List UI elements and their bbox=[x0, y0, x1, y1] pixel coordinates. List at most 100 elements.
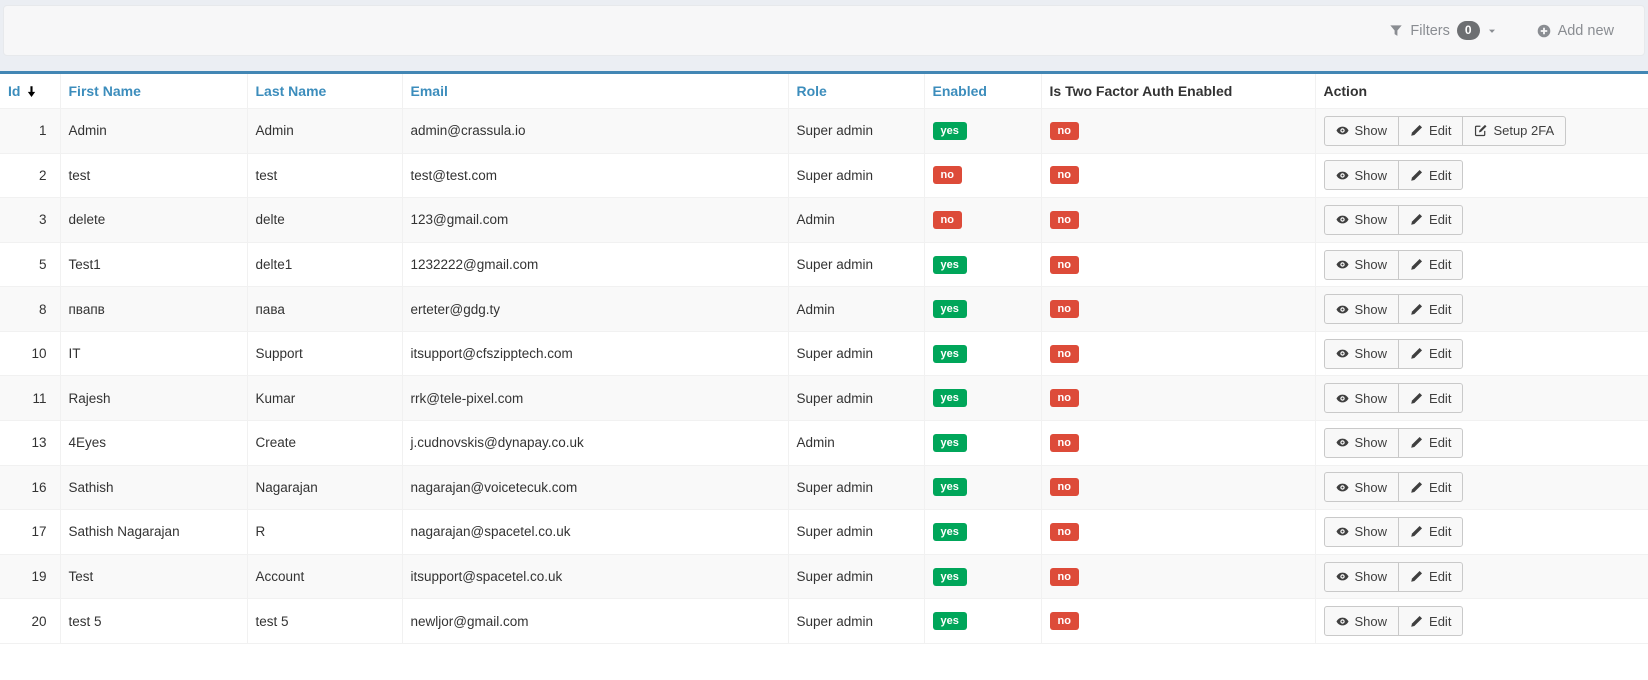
column-header-two-factor: Is Two Factor Auth Enabled bbox=[1041, 73, 1315, 109]
action-button-group: Show Edit Setup 2FA bbox=[1324, 116, 1567, 146]
show-button[interactable]: Show bbox=[1324, 606, 1400, 636]
show-button[interactable]: Show bbox=[1324, 472, 1400, 502]
plus-circle-icon bbox=[1537, 24, 1551, 38]
cell-enabled: yes bbox=[924, 109, 1041, 154]
edit-button[interactable]: Edit bbox=[1398, 383, 1463, 413]
table-row: 19 Test Account itsupport@spacetel.co.uk… bbox=[0, 554, 1648, 599]
cell-enabled: yes bbox=[924, 421, 1041, 466]
show-button[interactable]: Show bbox=[1324, 294, 1400, 324]
cell-enabled: yes bbox=[924, 599, 1041, 644]
cell-last-name: Account bbox=[247, 554, 402, 599]
cell-email: newljor@gmail.com bbox=[402, 599, 788, 644]
edit-button[interactable]: Edit bbox=[1398, 606, 1463, 636]
cell-first-name: test bbox=[60, 153, 247, 198]
action-button-group: Show Edit bbox=[1324, 339, 1464, 369]
edit-button[interactable]: Edit bbox=[1398, 250, 1463, 280]
twofa-badge: no bbox=[1050, 256, 1079, 274]
filters-dropdown-toggle[interactable]: Filters 0 bbox=[1389, 21, 1496, 40]
edit-button[interactable]: Edit bbox=[1398, 116, 1463, 146]
setup-2fa-button[interactable]: Setup 2FA bbox=[1462, 116, 1566, 146]
column-header-enabled[interactable]: Enabled bbox=[924, 73, 1041, 109]
cell-enabled: yes bbox=[924, 554, 1041, 599]
edit-button[interactable]: Edit bbox=[1398, 562, 1463, 592]
show-button[interactable]: Show bbox=[1324, 205, 1400, 235]
cell-two-factor: no bbox=[1041, 599, 1315, 644]
cell-role: Super admin bbox=[788, 153, 924, 198]
edit-button[interactable]: Edit bbox=[1398, 339, 1463, 369]
pencil-icon bbox=[1410, 481, 1423, 494]
edit-button[interactable]: Edit bbox=[1398, 160, 1463, 190]
pencil-icon bbox=[1410, 169, 1423, 182]
cell-two-factor: no bbox=[1041, 465, 1315, 510]
enabled-badge: yes bbox=[933, 300, 967, 318]
cell-role: Super admin bbox=[788, 554, 924, 599]
cell-role: Super admin bbox=[788, 331, 924, 376]
cell-last-name: delte bbox=[247, 198, 402, 243]
table-row: 8 пвапв пава erteter@gdg.ty Admin yes no… bbox=[0, 287, 1648, 332]
cell-last-name: R bbox=[247, 510, 402, 555]
eye-icon bbox=[1336, 169, 1349, 182]
filters-label: Filters bbox=[1410, 23, 1449, 39]
cell-enabled: yes bbox=[924, 242, 1041, 287]
column-header-last-name[interactable]: Last Name bbox=[247, 73, 402, 109]
column-header-id[interactable]: Id bbox=[0, 73, 60, 109]
column-header-email[interactable]: Email bbox=[402, 73, 788, 109]
action-button-group: Show Edit bbox=[1324, 472, 1464, 502]
cell-email: 123@gmail.com bbox=[402, 198, 788, 243]
cell-enabled: yes bbox=[924, 376, 1041, 421]
page-header: Filters 0 Add new bbox=[0, 0, 1648, 71]
show-button[interactable]: Show bbox=[1324, 339, 1400, 369]
cell-enabled: no bbox=[924, 153, 1041, 198]
caret-down-icon bbox=[1487, 26, 1497, 36]
eye-icon bbox=[1336, 303, 1349, 316]
pencil-square-icon bbox=[1474, 124, 1487, 137]
cell-email: test@test.com bbox=[402, 153, 788, 198]
enabled-badge: yes bbox=[933, 523, 967, 541]
cell-two-factor: no bbox=[1041, 109, 1315, 154]
cell-first-name: Test1 bbox=[60, 242, 247, 287]
column-header-action: Action bbox=[1315, 73, 1648, 109]
cell-actions: Show Edit bbox=[1315, 331, 1648, 376]
edit-button[interactable]: Edit bbox=[1398, 472, 1463, 502]
show-button[interactable]: Show bbox=[1324, 116, 1400, 146]
show-button[interactable]: Show bbox=[1324, 562, 1400, 592]
cell-last-name: test 5 bbox=[247, 599, 402, 644]
column-header-role[interactable]: Role bbox=[788, 73, 924, 109]
edit-button[interactable]: Edit bbox=[1398, 294, 1463, 324]
table-row: 17 Sathish Nagarajan R nagarajan@spacete… bbox=[0, 510, 1648, 555]
cell-role: Super admin bbox=[788, 465, 924, 510]
action-button-group: Show Edit bbox=[1324, 428, 1464, 458]
cell-role: Super admin bbox=[788, 599, 924, 644]
cell-email: admin@crassula.io bbox=[402, 109, 788, 154]
cell-enabled: yes bbox=[924, 510, 1041, 555]
edit-button[interactable]: Edit bbox=[1398, 517, 1463, 547]
enabled-badge: no bbox=[933, 166, 962, 184]
edit-button[interactable]: Edit bbox=[1398, 428, 1463, 458]
cell-last-name: Kumar bbox=[247, 376, 402, 421]
eye-icon bbox=[1336, 570, 1349, 583]
pencil-icon bbox=[1410, 392, 1423, 405]
column-header-first-name[interactable]: First Name bbox=[60, 73, 247, 109]
cell-id: 17 bbox=[0, 510, 60, 555]
cell-first-name: Sathish bbox=[60, 465, 247, 510]
sort-desc-icon bbox=[25, 85, 38, 98]
show-button[interactable]: Show bbox=[1324, 383, 1400, 413]
show-button[interactable]: Show bbox=[1324, 250, 1400, 280]
enabled-badge: yes bbox=[933, 478, 967, 496]
cell-first-name: Admin bbox=[60, 109, 247, 154]
cell-two-factor: no bbox=[1041, 421, 1315, 466]
pencil-icon bbox=[1410, 124, 1423, 137]
cell-enabled: yes bbox=[924, 331, 1041, 376]
eye-icon bbox=[1336, 213, 1349, 226]
show-button[interactable]: Show bbox=[1324, 517, 1400, 547]
edit-button[interactable]: Edit bbox=[1398, 205, 1463, 235]
cell-id: 19 bbox=[0, 554, 60, 599]
show-button[interactable]: Show bbox=[1324, 160, 1400, 190]
cell-enabled: no bbox=[924, 198, 1041, 243]
pencil-icon bbox=[1410, 436, 1423, 449]
show-button[interactable]: Show bbox=[1324, 428, 1400, 458]
add-new-button[interactable]: Add new bbox=[1537, 23, 1614, 39]
cell-last-name: delte1 bbox=[247, 242, 402, 287]
table-row: 16 Sathish Nagarajan nagarajan@voicetecu… bbox=[0, 465, 1648, 510]
cell-two-factor: no bbox=[1041, 510, 1315, 555]
